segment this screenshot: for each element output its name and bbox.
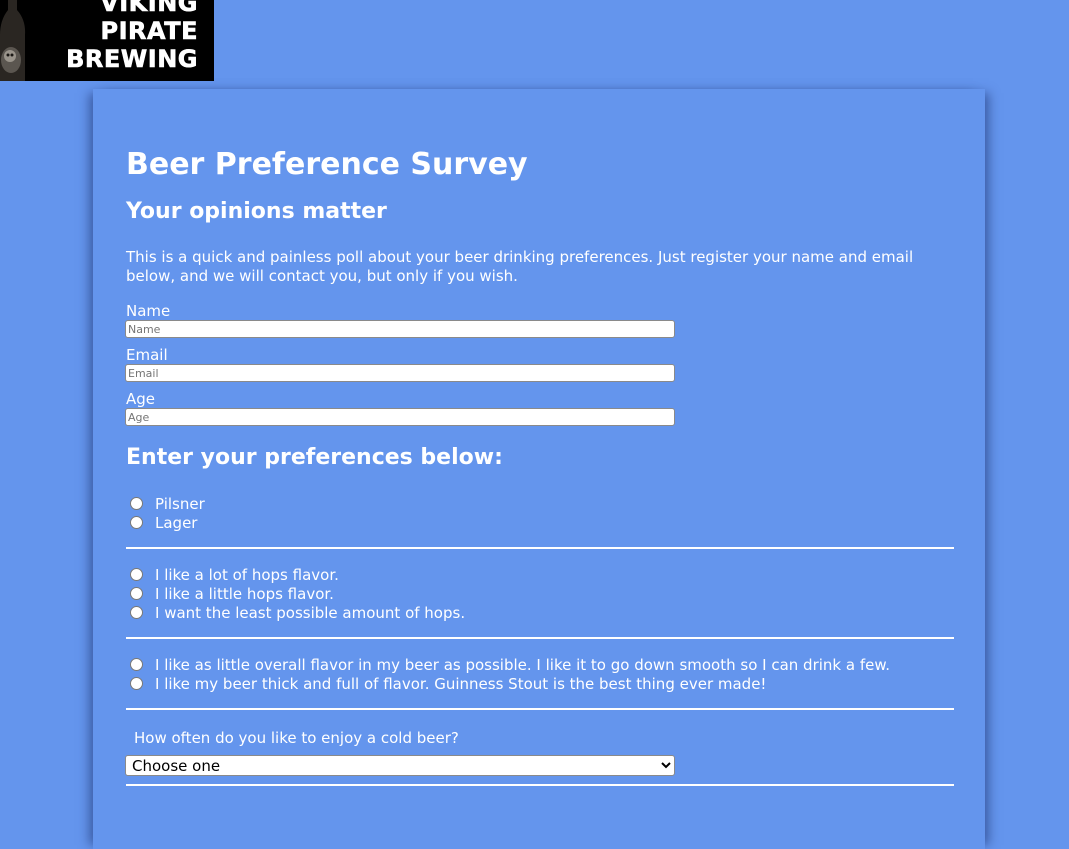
full-body-label: I like my beer thick and full of flavor.…: [155, 674, 767, 693]
frequency-question: How often do you like to enjoy a cold be…: [134, 729, 459, 747]
radio-option-full-body[interactable]: I like my beer thick and full of flavor.…: [126, 674, 954, 693]
survey-card: Beer Preference Survey Your opinions mat…: [93, 89, 985, 849]
beer-type-group: Pilsner Lager: [126, 494, 954, 532]
email-input[interactable]: [125, 364, 675, 382]
brand-line-viking: VIKING: [100, 0, 198, 17]
lager-radio[interactable]: [130, 516, 143, 529]
radio-option-hops-least[interactable]: I want the least possible amount of hops…: [126, 603, 954, 622]
section-divider: [126, 784, 954, 786]
survey-form: Beer Preference Survey Your opinions mat…: [125, 145, 954, 786]
radio-option-lager[interactable]: Lager: [126, 513, 954, 532]
brand-logo: VIKING PIRATE BREWING: [0, 0, 214, 81]
section-divider: [126, 637, 954, 639]
email-label: Email: [126, 346, 168, 364]
radio-option-light-body[interactable]: I like as little overall flavor in my be…: [126, 655, 954, 674]
hops-lot-label: I like a lot of hops flavor.: [155, 565, 339, 584]
page-subtitle: Your opinions matter: [126, 199, 387, 224]
page-title: Beer Preference Survey: [126, 147, 528, 182]
radio-option-pilsner[interactable]: Pilsner: [126, 494, 954, 513]
pilsner-radio[interactable]: [130, 497, 143, 510]
hops-least-label: I want the least possible amount of hops…: [155, 603, 466, 622]
hops-least-radio[interactable]: [130, 606, 143, 619]
full-body-radio[interactable]: [130, 677, 143, 690]
age-label: Age: [126, 390, 156, 408]
pilsner-label: Pilsner: [155, 494, 205, 513]
section-divider: [126, 708, 954, 710]
brand-line-brewing: BREWING: [66, 45, 198, 74]
age-input[interactable]: [125, 408, 675, 426]
intro-text: This is a quick and painless poll about …: [126, 248, 914, 285]
brand-name: VIKING PIRATE BREWING: [66, 0, 198, 73]
preferences-heading: Enter your preferences below:: [126, 445, 503, 470]
name-input[interactable]: [125, 320, 675, 338]
light-body-radio[interactable]: [130, 658, 143, 671]
hops-little-label: I like a little hops flavor.: [155, 584, 334, 603]
hops-lot-radio[interactable]: [130, 568, 143, 581]
contact-fields: Name Email Age: [125, 302, 954, 426]
lager-label: Lager: [155, 513, 198, 532]
light-body-label: I like as little overall flavor in my be…: [155, 655, 890, 674]
frequency-select[interactable]: Choose one: [125, 755, 675, 776]
radio-option-hops-little[interactable]: I like a little hops flavor.: [126, 584, 954, 603]
section-divider: [126, 547, 954, 549]
hops-group: I like a lot of hops flavor. I like a li…: [126, 565, 954, 622]
beer-bottle-icon: [0, 0, 26, 81]
brand-line-pirate: PIRATE: [100, 17, 198, 46]
hops-little-radio[interactable]: [130, 587, 143, 600]
name-label: Name: [126, 302, 171, 320]
body-group: I like as little overall flavor in my be…: [126, 655, 954, 693]
radio-option-hops-lot[interactable]: I like a lot of hops flavor.: [126, 565, 954, 584]
